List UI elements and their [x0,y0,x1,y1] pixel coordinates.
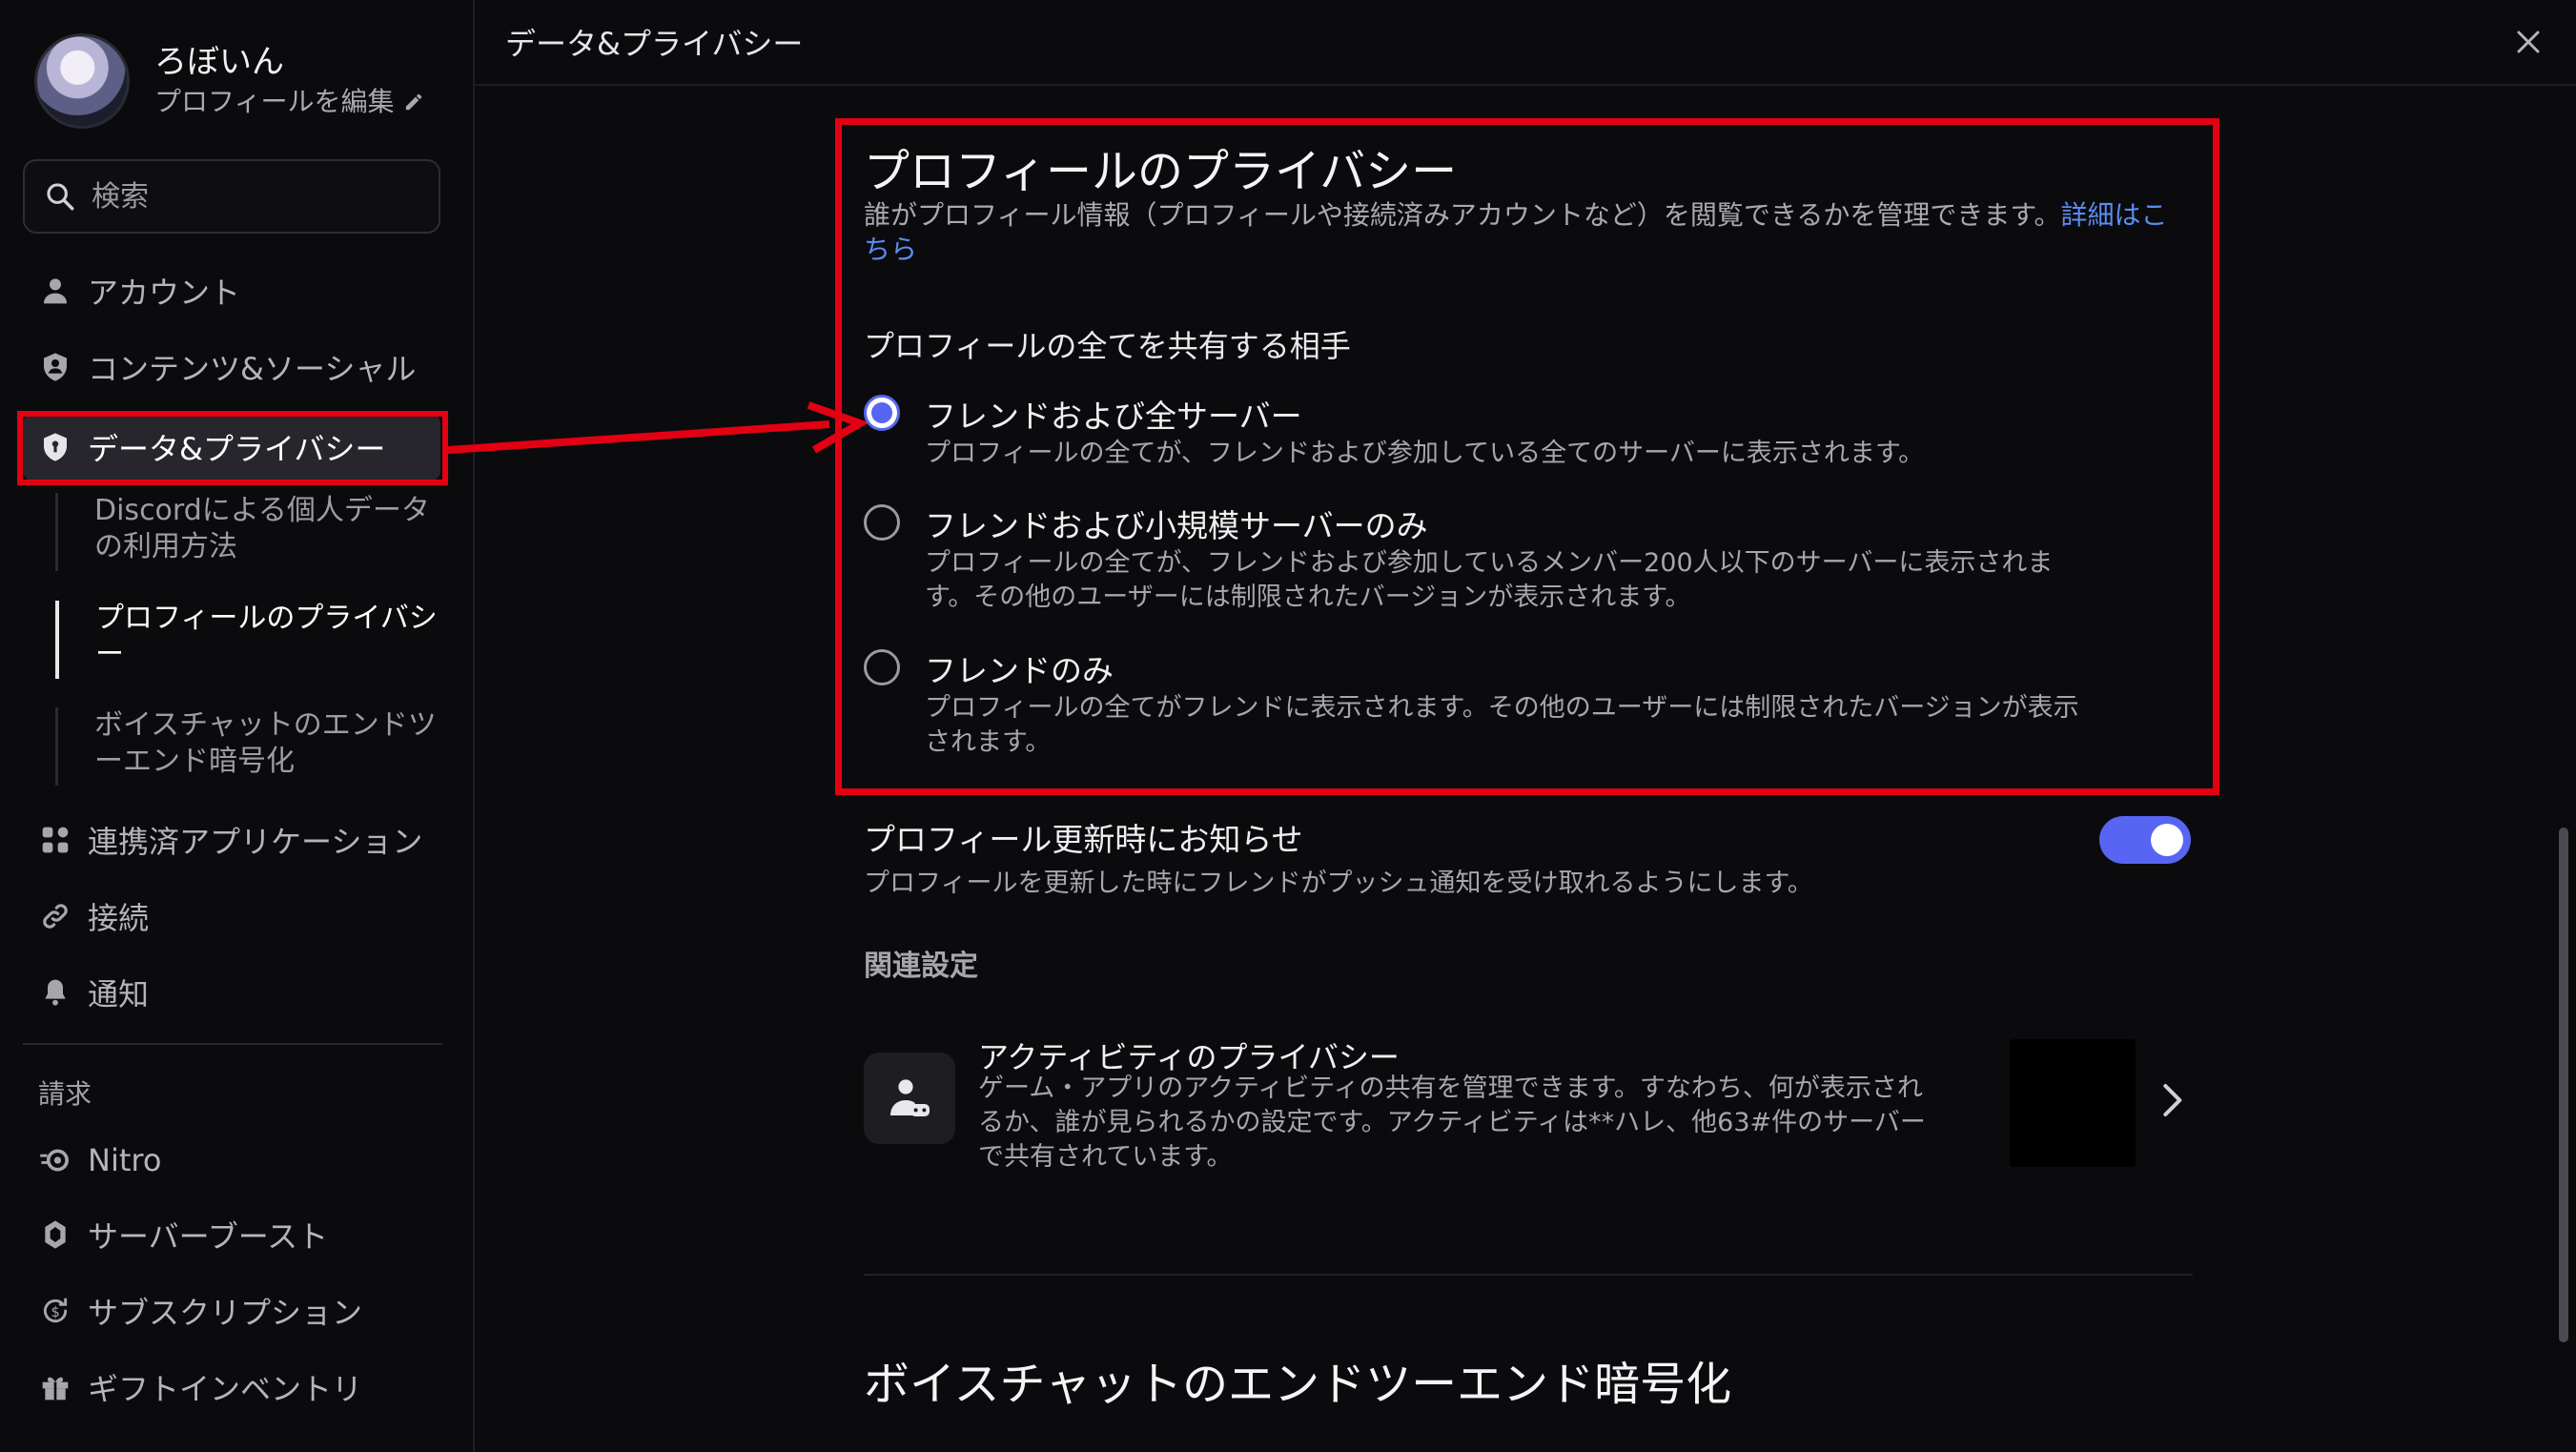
section-divider [864,1274,2193,1276]
card-thumbnail [2010,1039,2136,1167]
shield-lock-icon [36,428,74,466]
scrollbar-thumb[interactable] [2559,828,2568,1342]
card-desc: ゲーム・アプリのアクティビティの共有を管理できます。すなわち、何が表示されるか、… [978,1074,1926,1172]
notify-setting-desc: プロフィールを更新した時にフレンドがプッシュ通知を受け取れるようにします。 [864,869,1813,898]
pencil-icon [406,93,422,111]
search-icon [47,183,74,211]
settings-topbar: データ&プライバシー [475,0,2576,86]
radio-option-desc: プロフィールの全てが、フレンドおよび参加している全てのサーバーに表示されます。 [925,439,1925,468]
sidebar-item-label: アカウント [88,275,241,311]
section-description: 誰がプロフィール情報（プロフィールや接続済みアカウントなど）を閲覧できるかを管理… [864,198,2179,267]
close-button[interactable] [2507,21,2549,63]
subitem-label: プロフィールのプライバシー [95,602,438,671]
subitem-personal-data-usage[interactable]: Discordによる個人データの利用方法 [55,493,448,571]
sidebar-item-label: 通知 [88,976,150,1012]
bell-icon [36,973,74,1012]
activity-person-icon [864,1053,955,1144]
radio-option-desc: プロフィールの全てがフレンドに表示されます。その他のユーザーには制限されたバージ… [925,693,2079,757]
apps-icon [36,821,74,859]
profile-text: ろぼいん プロフィールを編集 [154,41,424,121]
edit-profile-label: プロフィールを編集 [154,86,395,117]
sidebar-item-notifications[interactable]: 通知 [23,959,440,1026]
radio-button[interactable] [864,649,900,685]
radio-option-friends-all-servers[interactable]: フレンドおよび全サーバー プロフィールの全てが、フレンドおよび参加している全ての… [864,391,2189,477]
sidebar-item-label: 接続 [88,900,150,936]
link-icon [36,897,74,935]
notify-setting-title: プロフィール更新時にお知らせ [864,821,1303,858]
next-section-title: ボイスチャットのエンドツーエンド暗号化 [864,1358,1732,1411]
radio-option-title: フレンドのみ [925,652,1114,689]
billing-section-label: 請求 [38,1078,92,1110]
sidebar-item-label: 連携済アプリケーション [88,824,423,860]
subitem-label: Discordによる個人データの利用方法 [94,494,430,563]
section-title: プロフィールのプライバシー [864,145,1458,198]
chevron-right-icon[interactable] [2151,1079,2193,1121]
radio-button[interactable] [864,504,900,541]
radio-option-friends-only[interactable]: フレンドのみ プロフィールの全てがフレンドに表示されます。その他のユーザーには制… [864,645,2189,769]
username: ろぼいん [154,43,284,81]
nitro-icon [36,1141,74,1179]
edit-profile-link[interactable]: プロフィールを編集 [154,83,424,121]
page-title: データ&プライバシー [505,26,804,62]
sidebar-item-label: データ&プライバシー [88,431,386,467]
radio-option-title: フレンドおよび小規模サーバーのみ [925,507,1428,544]
share-setting-title: プロフィールの全てを共有する相手 [864,328,1351,364]
search-input[interactable] [90,178,418,215]
user-profile[interactable]: ろぼいん プロフィールを編集 [34,29,424,133]
subitem-voice-e2ee[interactable]: ボイスチャットのエンドツーエンド暗号化 [55,707,448,786]
radio-option-friends-small-servers[interactable]: フレンドおよび小規模サーバーのみ プロフィールの全てが、フレンドおよび参加してい… [864,501,2189,624]
activity-privacy-card[interactable]: アクティビティのプライバシー ゲーム・アプリのアクティビティの共有を管理できます… [864,1033,2193,1176]
section-desc-text: 誰がプロフィール情報（プロフィールや接続済みアカウントなど）を閲覧できるかを管理… [864,199,2061,231]
notify-toggle[interactable] [2099,816,2191,864]
sidebar-item-label: サーバーブースト [88,1218,329,1255]
sidebar-item-label: ギフトインベントリ [88,1371,363,1407]
subitem-profile-privacy[interactable]: プロフィールのプライバシー [55,601,448,679]
sidebar-item-connections[interactable]: 接続 [23,883,440,950]
avatar[interactable] [34,33,130,129]
sidebar-item-account[interactable]: アカウント [23,257,440,324]
sidebar-item-label: サブスクリプション [88,1295,363,1331]
close-icon [2517,31,2540,53]
radio-option-title: フレンドおよび全サーバー [925,398,1302,435]
person-icon [36,272,74,310]
radio-option-desc: プロフィールの全てが、フレンドおよび参加しているメンバー200人以下のサーバーに… [925,548,2054,612]
subscription-icon: $ [36,1292,74,1330]
related-settings-label: 関連設定 [864,950,978,983]
svg-text:$: $ [51,1304,59,1320]
sidebar-item-nitro[interactable]: Nitro [23,1127,440,1194]
boost-icon [36,1216,74,1254]
radio-button[interactable] [864,395,900,431]
sidebar-item-gift-inventory[interactable]: ギフトインベントリ [23,1354,440,1421]
sidebar-item-server-boost[interactable]: サーバーブースト [23,1201,440,1268]
settings-sidebar: ろぼいん プロフィールを編集 アカウント コンテンツ&ソーシャル データ&プライ… [0,0,475,1452]
subitem-label: ボイスチャットのエンドツーエンド暗号化 [94,708,437,778]
annotation-arrow [447,401,869,454]
gift-icon [36,1368,74,1406]
sidebar-item-label: コンテンツ&ソーシャル [88,351,417,387]
sidebar-item-subscriptions[interactable]: $ サブスクリプション [23,1278,440,1344]
sidebar-divider [23,1043,442,1045]
sidebar-item-label: Nitro [88,1142,162,1178]
shield-person-icon [36,348,74,386]
sidebar-item-connected-apps[interactable]: 連携済アプリケーション [23,807,440,873]
sidebar-item-content-social[interactable]: コンテンツ&ソーシャル [23,334,440,400]
sidebar-item-data-privacy[interactable]: データ&プライバシー [23,414,440,481]
search-box[interactable] [23,159,440,234]
